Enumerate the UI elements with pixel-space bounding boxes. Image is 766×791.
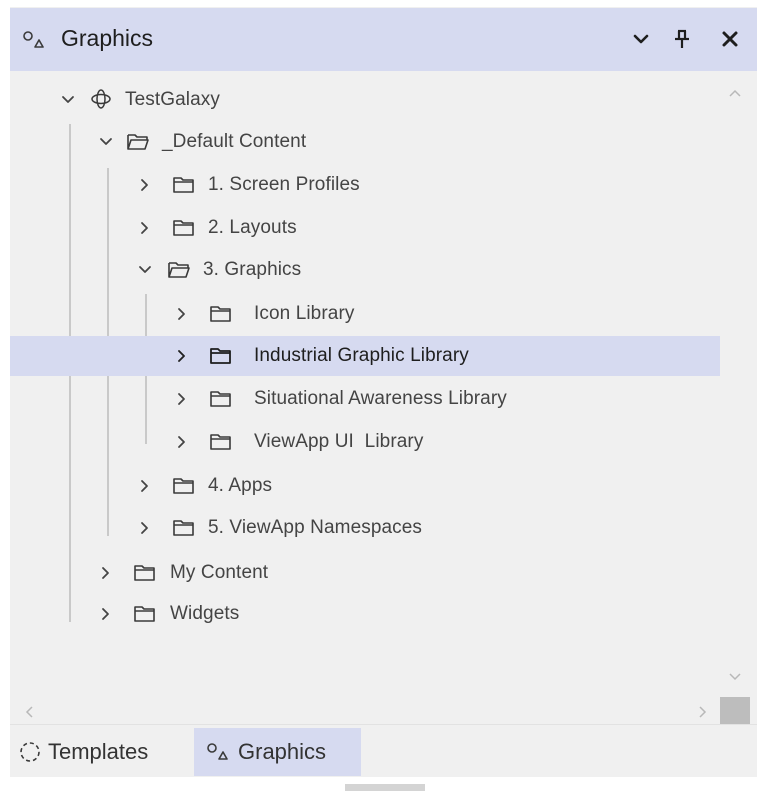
tree-item-label: 4. Apps [208, 475, 273, 496]
scrollbar-corner [720, 697, 750, 724]
panel-tab-strip: Templates Graphics [10, 724, 757, 777]
tree-item-graphics[interactable]: 3. Graphics [10, 250, 720, 290]
graphics-shapes-icon [206, 741, 230, 763]
chevron-right-icon[interactable] [137, 220, 153, 236]
folder-icon [172, 517, 196, 539]
chevron-down-icon[interactable] [98, 134, 114, 150]
panel-title: Graphics [61, 25, 154, 51]
tree-item-label: Icon Library [254, 303, 355, 324]
chevron-right-icon[interactable] [137, 478, 153, 494]
tree-item-testgalaxy[interactable]: TestGalaxy [10, 80, 720, 120]
tree-item-label: TestGalaxy [125, 89, 220, 110]
folder-icon [133, 603, 157, 625]
templates-icon [18, 739, 44, 765]
content-tree[interactable]: TestGalaxy _Default Content 1. Screen Pr… [10, 72, 720, 697]
folder-icon [133, 562, 157, 584]
chevron-right-icon[interactable] [174, 434, 190, 450]
resize-grip[interactable] [345, 784, 425, 791]
scroll-down-icon[interactable] [728, 669, 742, 687]
tab-templates[interactable]: Templates [18, 728, 190, 776]
chevron-down-icon [633, 33, 649, 45]
scroll-right-icon[interactable] [698, 705, 708, 724]
panel-frame-right [757, 0, 766, 791]
tab-label: Graphics [238, 739, 327, 764]
folder-icon [209, 388, 233, 410]
folder-icon [172, 174, 196, 196]
chevron-down-icon[interactable] [137, 262, 153, 278]
tree-item-label: ViewApp UI Library [254, 431, 424, 452]
tree-item-label: 3. Graphics [203, 259, 302, 280]
panel-frame-left [0, 0, 10, 791]
tree-item-situational-awareness-library[interactable]: Situational Awareness Library [10, 379, 720, 419]
chevron-right-icon[interactable] [174, 391, 190, 407]
folder-icon [172, 217, 196, 239]
tree-item-label: Widgets [170, 603, 240, 624]
galaxy-icon [89, 87, 113, 109]
scroll-left-icon[interactable] [24, 705, 34, 724]
close-icon [721, 30, 739, 48]
graphics-panel: Graphics TestGalaxy _Default Content 1. … [0, 0, 766, 791]
folder-open-icon [126, 131, 150, 153]
tree-item-industrial-graphic-library[interactable]: Industrial Graphic Library [10, 336, 720, 376]
tree-item-label: _Default Content [162, 131, 307, 152]
close-button[interactable] [715, 24, 745, 54]
tree-item-screen-profiles[interactable]: 1. Screen Profiles [10, 165, 720, 205]
tree-item-default-content[interactable]: _Default Content [10, 122, 720, 162]
tree-item-label: 5. ViewApp Namespaces [208, 517, 423, 538]
tree-item-apps[interactable]: 4. Apps [10, 466, 720, 506]
folder-icon [209, 345, 233, 367]
tree-item-label: Industrial Graphic Library [254, 345, 469, 366]
folder-icon [209, 431, 233, 453]
folder-icon [172, 475, 196, 497]
tree-item-my-content[interactable]: My Content [10, 553, 720, 593]
folder-open-icon [167, 259, 191, 281]
scroll-up-icon[interactable] [728, 85, 742, 103]
vertical-scrollbar[interactable] [720, 72, 757, 697]
chevron-right-icon[interactable] [98, 565, 114, 581]
graphics-shapes-icon [22, 30, 44, 50]
chevron-right-icon[interactable] [137, 177, 153, 193]
tree-item-label: My Content [170, 562, 269, 583]
chevron-right-icon[interactable] [137, 520, 153, 536]
pin-icon [674, 29, 690, 49]
panel-frame-top [0, 0, 766, 7]
tree-item-label: Situational Awareness Library [254, 388, 507, 409]
panel-title-bar: Graphics [10, 8, 757, 71]
tree-item-widgets[interactable]: Widgets [10, 594, 720, 634]
pin-button[interactable] [667, 24, 697, 54]
chevron-right-icon[interactable] [174, 348, 190, 364]
panel-menu-button[interactable] [626, 24, 656, 54]
tree-item-viewapp-namespaces[interactable]: 5. ViewApp Namespaces [10, 508, 720, 548]
chevron-down-icon[interactable] [60, 92, 76, 108]
tab-label: Templates [48, 739, 149, 764]
folder-icon [209, 303, 233, 325]
tree-item-icon-library[interactable]: Icon Library [10, 294, 720, 334]
tab-graphics[interactable]: Graphics [194, 728, 361, 776]
tree-item-viewapp-ui-library[interactable]: ViewApp UI Library [10, 422, 720, 462]
chevron-right-icon[interactable] [98, 606, 114, 622]
tree-item-layouts[interactable]: 2. Layouts [10, 208, 720, 248]
horizontal-scrollbar[interactable] [10, 697, 720, 724]
chevron-right-icon[interactable] [174, 306, 190, 322]
tree-item-label: 1. Screen Profiles [208, 174, 360, 195]
tree-item-label: 2. Layouts [208, 217, 297, 238]
